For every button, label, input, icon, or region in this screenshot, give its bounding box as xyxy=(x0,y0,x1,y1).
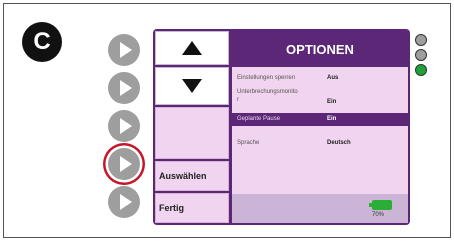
arrow-down-icon xyxy=(182,79,202,93)
status-footer: 70% xyxy=(232,194,408,223)
option-row-language[interactable]: Sprache Deutsch xyxy=(232,140,408,152)
empty-softkey xyxy=(155,107,229,159)
step-badge: C xyxy=(22,22,62,62)
hw-button-4-selected[interactable] xyxy=(108,148,140,180)
option-value: Ein xyxy=(327,99,337,105)
play-icon xyxy=(119,118,132,134)
option-row-lock[interactable]: Einstellungen sperren Aus xyxy=(232,75,408,87)
option-label: Unterbrechungsmonito xyxy=(237,89,298,95)
instruction-frame: C Auswählen Fertig OPTIONEN Einstellunge… xyxy=(3,3,451,238)
hw-button-3[interactable] xyxy=(108,110,140,142)
option-value: Ein xyxy=(327,116,337,122)
option-label: Geplante Pause xyxy=(237,116,281,122)
options-panel: OPTIONEN Einstellungen sperren Aus Unter… xyxy=(232,31,408,223)
scroll-down-softkey[interactable] xyxy=(155,67,229,105)
hw-button-2[interactable] xyxy=(108,72,140,104)
battery-icon xyxy=(369,200,392,210)
option-row-scheduled-pause[interactable]: Geplante Pause Ein xyxy=(232,113,408,126)
option-label: Sprache xyxy=(237,140,260,146)
status-led-2 xyxy=(415,49,427,61)
battery-percent: 70% xyxy=(372,212,385,218)
status-led-3 xyxy=(415,64,427,76)
option-label-continued: r xyxy=(237,97,239,103)
options-title: OPTIONEN xyxy=(232,31,408,67)
play-icon xyxy=(119,42,132,58)
play-icon xyxy=(119,80,132,96)
play-icon xyxy=(119,156,132,172)
option-value: Deutsch xyxy=(327,140,351,146)
done-softkey[interactable]: Fertig xyxy=(155,193,229,223)
play-icon xyxy=(119,194,132,210)
hw-button-1[interactable] xyxy=(108,34,140,66)
option-value: Aus xyxy=(327,75,339,81)
status-led-1 xyxy=(415,34,427,46)
select-softkey[interactable]: Auswählen xyxy=(155,161,229,191)
softkey-column: Auswählen Fertig xyxy=(155,31,229,223)
arrow-up-icon xyxy=(182,41,202,55)
hw-button-5[interactable] xyxy=(108,186,140,218)
option-label: Einstellungen sperren xyxy=(237,75,296,81)
scroll-up-softkey[interactable] xyxy=(155,31,229,65)
option-row-interruption[interactable]: Unterbrechungsmonito r Ein xyxy=(232,89,408,111)
